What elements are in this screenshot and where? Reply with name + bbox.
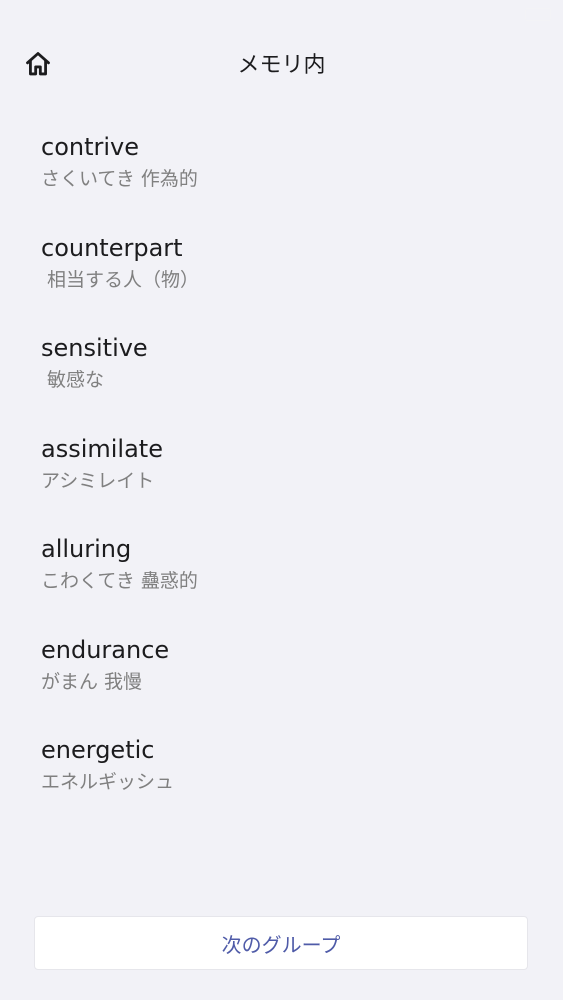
word-text: assimilate	[41, 434, 163, 463]
word-list: contrive さくいてき 作為的 counterpart 相当する人（物） …	[41, 130, 543, 834]
list-item[interactable]: contrive さくいてき 作為的	[41, 130, 543, 231]
word-reading: アシミレイト	[41, 469, 155, 492]
word-reading: さくいてき 作為的	[41, 168, 198, 190]
word-text: alluring	[41, 535, 132, 563]
next-group-button[interactable]: 次のグループ	[34, 916, 528, 970]
word-reading: がまん 我慢	[41, 670, 143, 693]
word-text: sensitive	[41, 334, 148, 362]
list-item[interactable]: energetic エネルギッシュ	[41, 733, 543, 834]
battery-icon	[525, 8, 551, 21]
page-title: メモリ内	[237, 53, 326, 78]
word-reading: エネルギッシュ	[41, 771, 175, 793]
word-text: contrive	[41, 133, 140, 161]
navigation-bar: メモリ内	[0, 36, 563, 96]
word-text: energetic	[41, 736, 155, 764]
list-item[interactable]: counterpart 相当する人（物）	[41, 231, 543, 332]
word-reading: こわくてき 蠱惑的	[41, 570, 198, 592]
list-item[interactable]: assimilate アシミレイト	[41, 432, 543, 533]
list-item[interactable]: alluring こわくてき 蠱惑的	[41, 532, 543, 633]
word-reading: 敏感な	[41, 369, 105, 391]
list-item[interactable]: sensitive 敏感な	[41, 331, 543, 432]
word-reading: 相当する人（物）	[41, 268, 200, 291]
status-bar	[0, 0, 563, 30]
word-text: counterpart	[41, 233, 183, 262]
list-item[interactable]: endurance がまん 我慢	[41, 633, 543, 734]
word-text: endurance	[41, 635, 170, 664]
